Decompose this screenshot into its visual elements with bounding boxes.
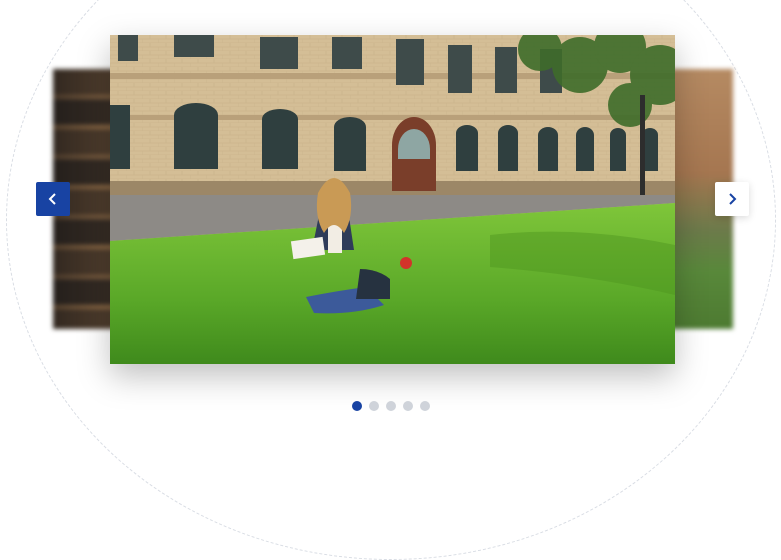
chevron-left-icon xyxy=(48,193,56,205)
pagination-dots xyxy=(352,401,430,411)
previous-slide-button[interactable] xyxy=(36,182,70,216)
chevron-right-icon xyxy=(729,193,737,205)
pagination-dot-1[interactable] xyxy=(352,401,362,411)
pagination-dot-2[interactable] xyxy=(369,401,379,411)
active-slide: photo-student-reading-on-campus-lawn xyxy=(110,35,675,364)
pagination-dot-5[interactable] xyxy=(420,401,430,411)
slide-photo xyxy=(110,35,675,364)
next-slide-button[interactable] xyxy=(715,182,749,216)
pagination-dot-3[interactable] xyxy=(386,401,396,411)
pagination-dot-4[interactable] xyxy=(403,401,413,411)
